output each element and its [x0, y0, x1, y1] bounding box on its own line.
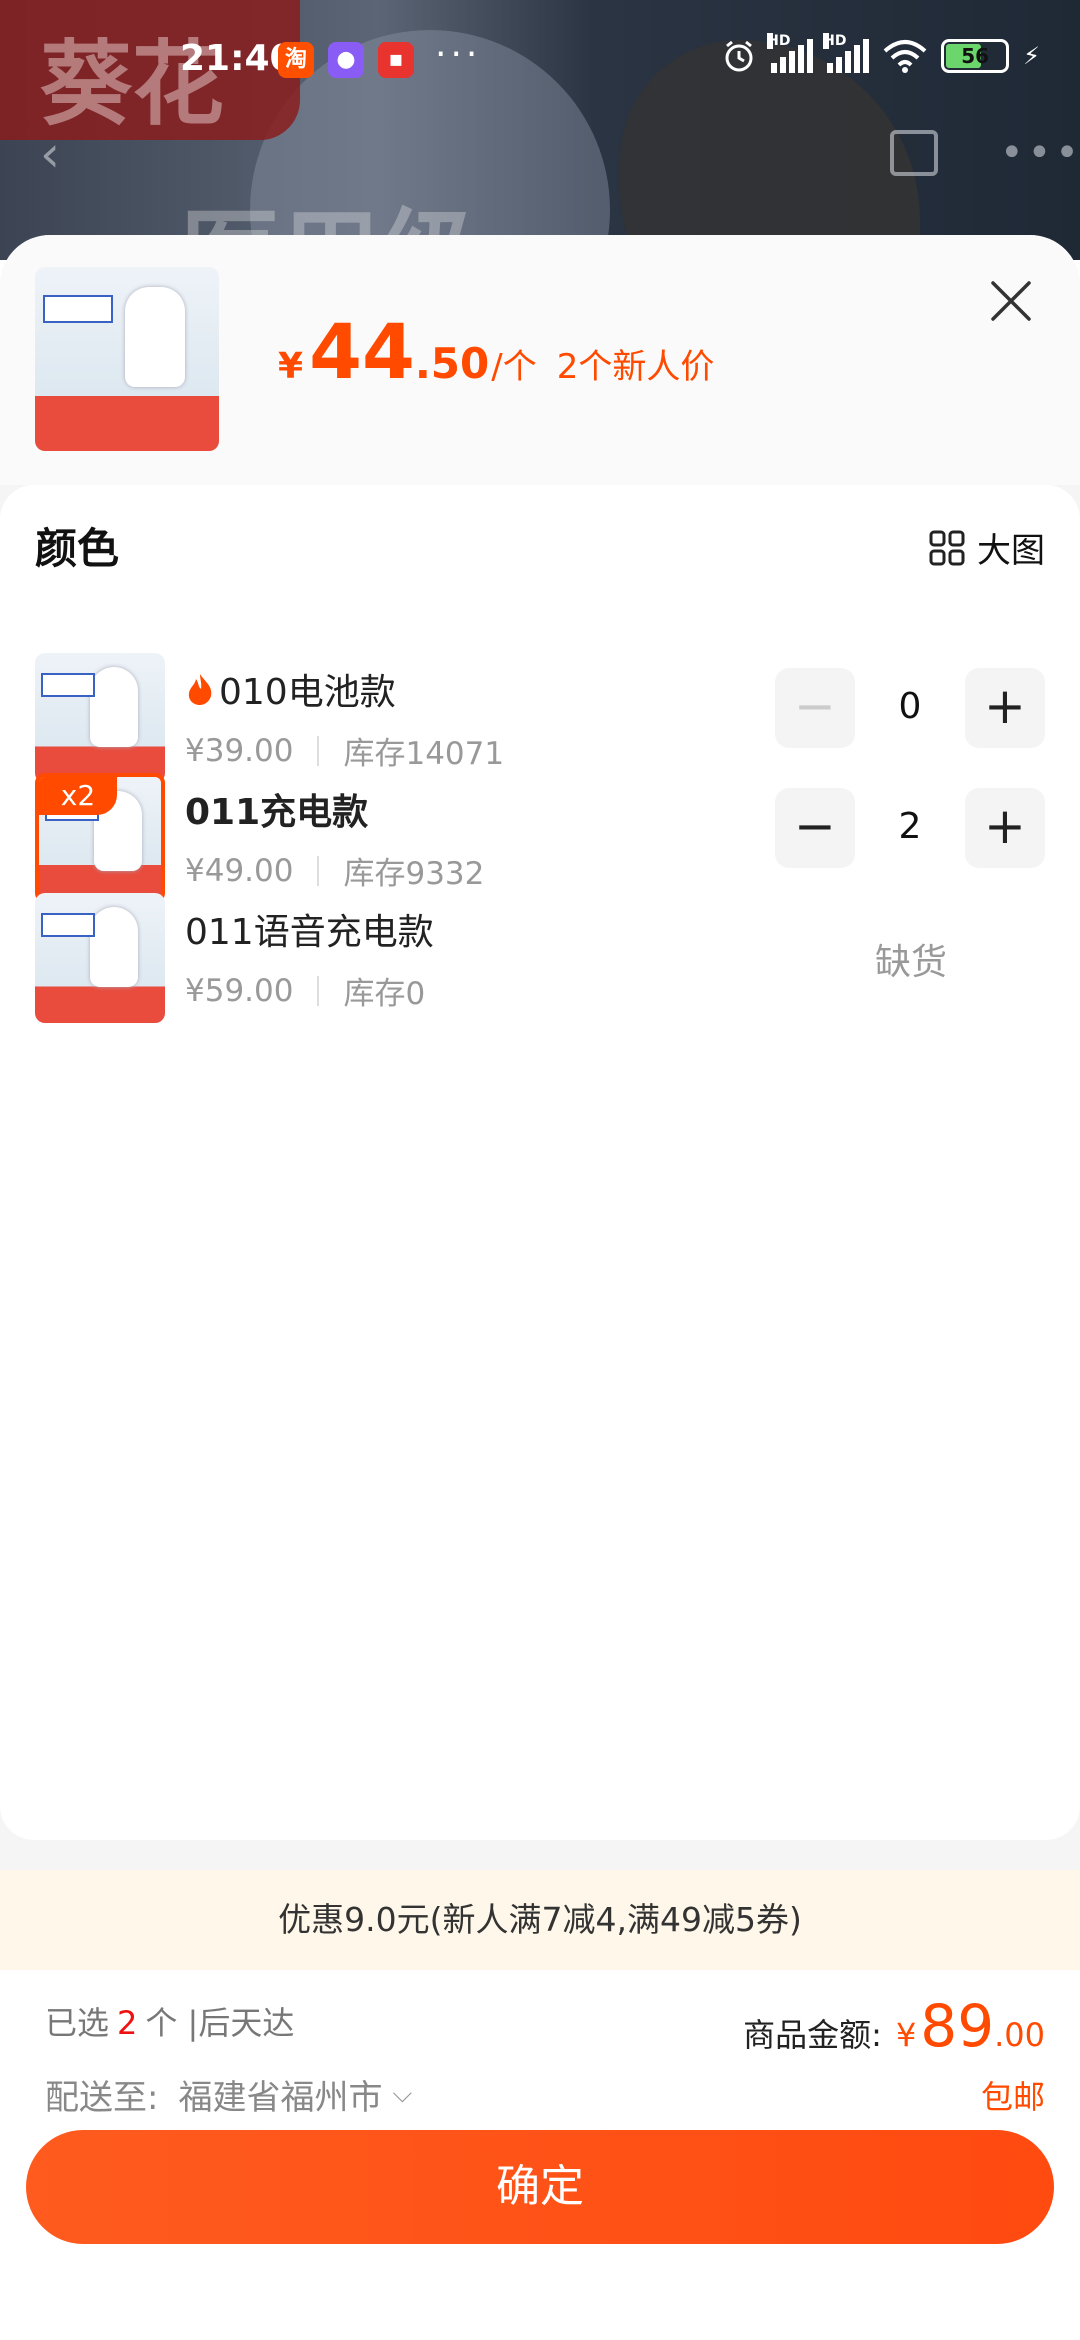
- product-thumbnail[interactable]: [35, 267, 219, 451]
- sheet-header: ¥ 44 .50 /个 2个新人价: [0, 235, 1080, 485]
- wifi-icon: [883, 40, 927, 73]
- price-display: ¥ 44 .50 /个 2个新人价: [278, 307, 714, 396]
- confirm-button[interactable]: 确定: [26, 2130, 1054, 2244]
- increment-button[interactable]: +: [965, 668, 1045, 748]
- sku-name: 011语音充电款: [185, 903, 434, 955]
- fire-icon: [188, 674, 212, 705]
- red-packet-icon: ▪: [378, 42, 414, 78]
- total-amount: 商品金额: ¥ 89 .00: [743, 1992, 1045, 2060]
- free-shipping-label: 包邮: [980, 2078, 1045, 2116]
- more-icon[interactable]: •••: [1000, 130, 1080, 176]
- price-unit: /个: [491, 347, 537, 387]
- amount-label: 商品金额:: [743, 2016, 882, 2054]
- shipping-label: 配送至:: [45, 2078, 159, 2118]
- share-icon[interactable]: [890, 130, 938, 176]
- more-notifications-icon: ···: [435, 34, 482, 75]
- taobao-app-icon: 淘: [278, 42, 314, 78]
- increment-button[interactable]: +: [965, 788, 1045, 868]
- battery-level: 56: [961, 44, 990, 68]
- quantity-stepper: − 2 +: [775, 788, 1045, 870]
- amount-integer: 89: [920, 1992, 995, 2060]
- sku-meta: ¥49.00 库存9332: [185, 848, 484, 893]
- sku-meta: ¥39.00 库存14071: [185, 728, 504, 773]
- shipping-address[interactable]: 配送至: 福建省福州市 ⌵: [45, 2070, 412, 2119]
- promo-banner: 优惠9.0元(新人满7减4,满49减5券): [0, 1870, 1080, 1970]
- sku-name-text: 011充电款: [185, 792, 369, 833]
- sku-price: ¥49.00: [185, 852, 294, 889]
- battery-icon: 56: [941, 39, 1010, 73]
- selected-prefix: 已选: [45, 2004, 110, 2042]
- quantity-value: 0: [898, 686, 922, 727]
- sku-stock: 库存9332: [343, 856, 485, 892]
- status-bar: 21:40 淘 ● ▪ ··· HD HD 56 ⚡: [0, 30, 1080, 94]
- shipping-location: 福建省福州市: [178, 2078, 383, 2118]
- close-icon[interactable]: [985, 275, 1037, 327]
- selected-summary: 已选 2 个 |后天达: [45, 1998, 294, 2044]
- app-notification-icon: ●: [328, 42, 364, 78]
- back-icon[interactable]: ‹: [40, 125, 60, 183]
- sku-name-text: 010电池款: [219, 672, 396, 713]
- decrement-button[interactable]: −: [775, 788, 855, 868]
- sku-price: ¥39.00: [185, 732, 294, 769]
- big-image-label: 大图: [977, 531, 1045, 571]
- section-title: 颜色: [35, 524, 120, 573]
- sold-out-label: 缺货: [875, 942, 948, 983]
- sku-price: ¥59.00: [185, 972, 294, 1009]
- sku-name: 011充电款: [185, 783, 368, 835]
- quantity-value: 2: [898, 806, 922, 847]
- big-image-button[interactable]: 大图: [929, 523, 1045, 572]
- selected-suffix: 个 |后天达: [145, 2004, 295, 2042]
- charging-icon: ⚡: [1023, 42, 1040, 70]
- signal-icon: HD: [767, 33, 814, 73]
- price-decimal: .50: [414, 339, 490, 388]
- selected-count: 2: [117, 2004, 138, 2042]
- signal-icon-2: HD: [823, 33, 870, 73]
- price-integer: 44: [309, 307, 415, 396]
- order-summary: 已选 2 个 |后天达 商品金额: ¥ 89 .00 配送至: 福建省福州市 ⌵…: [0, 1970, 1080, 2340]
- sku-stock: 库存0: [343, 976, 426, 1012]
- new-user-price-note: 2个新人价: [556, 347, 715, 387]
- quantity-stepper: − 0 +: [775, 668, 1045, 750]
- sku-thumbnail[interactable]: [35, 893, 165, 1023]
- sku-item-soldout: 011语音充电款 ¥59.00 库存0 缺货: [0, 893, 1080, 1043]
- decrement-button[interactable]: −: [775, 668, 855, 748]
- amount-decimal: .00: [994, 2016, 1045, 2054]
- sku-name-text: 011语音充电款: [185, 912, 434, 953]
- alarm-icon: [725, 40, 753, 72]
- grid-icon: [929, 530, 965, 565]
- sku-list-panel: 颜色 大图 010电池款 ¥39.00 库存14071 − 0 + x2 011…: [0, 485, 1080, 1840]
- quantity-badge: x2: [39, 777, 117, 815]
- price-symbol: ¥: [278, 346, 304, 387]
- sku-stock: 库存14071: [343, 736, 505, 772]
- sku-meta: ¥59.00 库存0: [185, 968, 425, 1013]
- sku-thumbnail[interactable]: x2: [35, 773, 165, 903]
- chevron-down-icon: ⌵: [392, 2079, 413, 2109]
- status-icons: HD HD 56 ⚡: [721, 33, 1040, 74]
- amount-symbol: ¥: [895, 2016, 917, 2054]
- sku-name: 010电池款: [185, 663, 396, 715]
- sku-thumbnail[interactable]: [35, 653, 165, 783]
